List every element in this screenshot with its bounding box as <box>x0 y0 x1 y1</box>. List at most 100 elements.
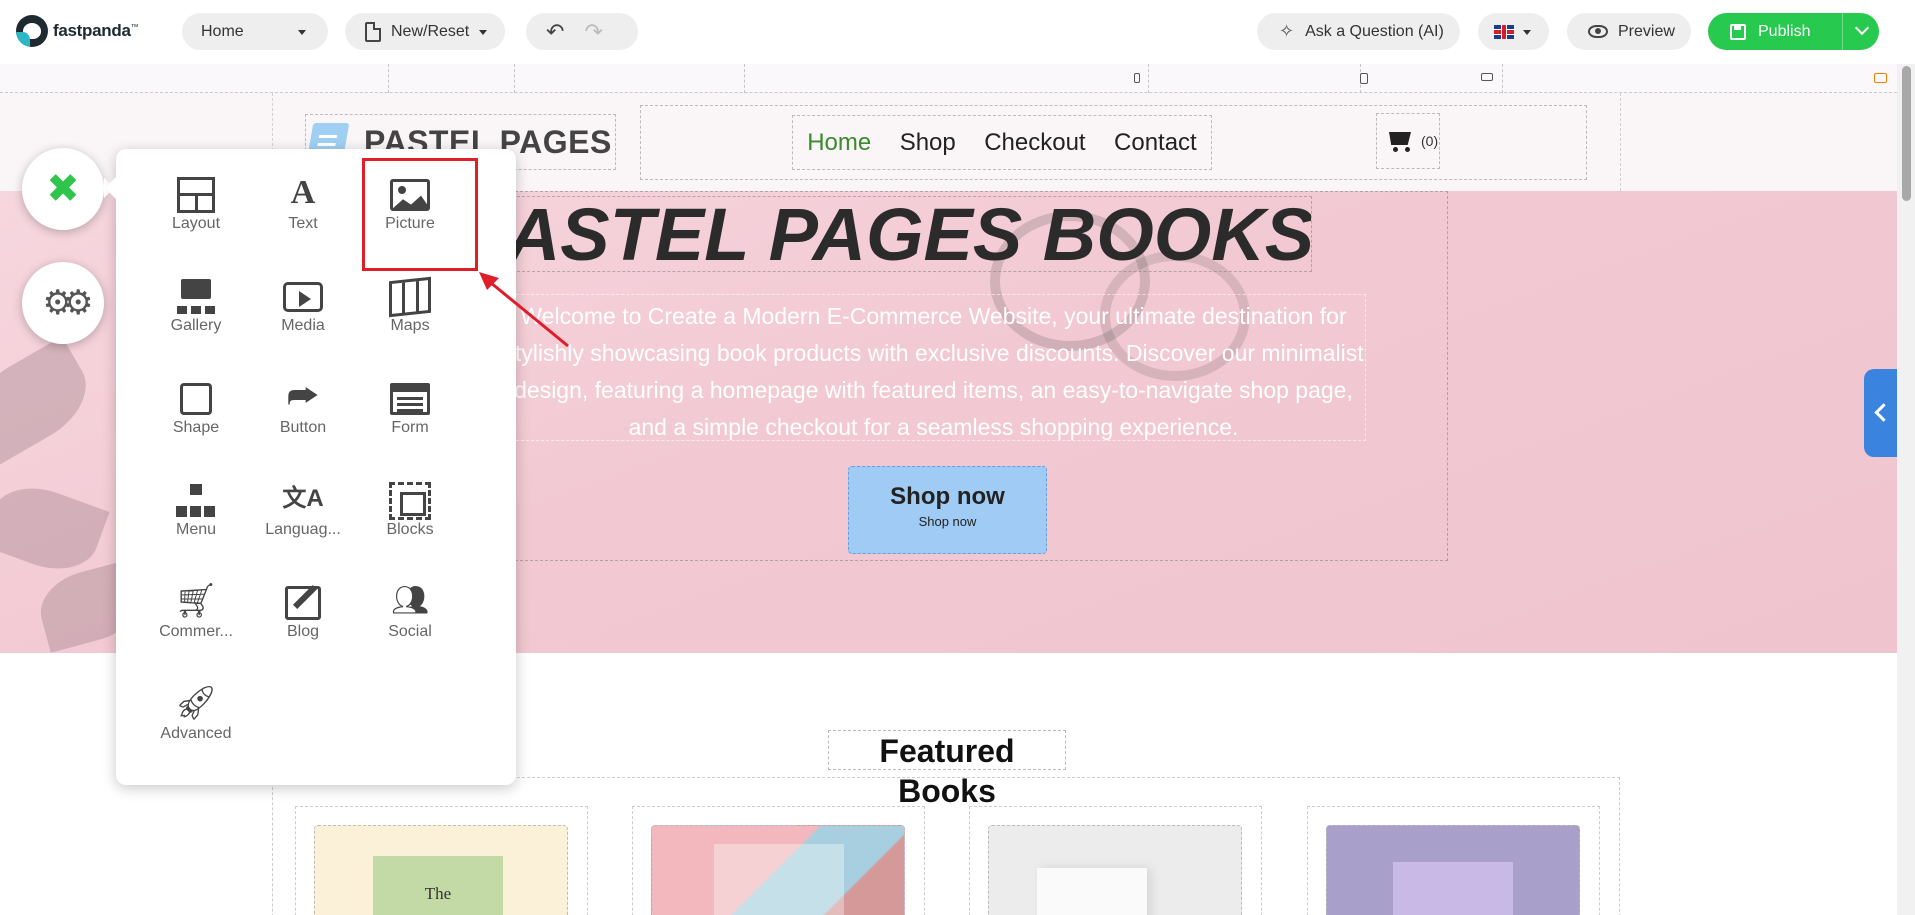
tool-blocks[interactable]: Blocks <box>360 477 460 557</box>
page-scrollbar[interactable] <box>1897 64 1915 915</box>
canvas-guide <box>1620 93 1621 191</box>
logo-trademark: ™ <box>130 22 139 32</box>
product-card[interactable] <box>632 806 925 915</box>
book-cover-image[interactable] <box>988 825 1242 915</box>
logo-text: fastpanda <box>53 21 131 40</box>
nav-item-checkout[interactable]: Checkout <box>984 129 1085 157</box>
top-toolbar: fastpanda™ Home New/Reset ↶ ↷ ✧ Ask a Qu… <box>0 0 1915 64</box>
cart-widget[interactable]: (0) <box>1376 113 1440 169</box>
hero-title[interactable]: PASTEL PAGES BOOKSHOP <box>512 196 1312 272</box>
panda-logo-icon <box>16 15 48 47</box>
cart-count: (0) <box>1421 133 1439 149</box>
rocket-icon: 🚀︎ <box>174 684 218 722</box>
tool-label: Media <box>281 317 325 334</box>
scrollbar-thumb[interactable] <box>1902 66 1911 201</box>
publish-label: Publish <box>1758 22 1811 40</box>
ruler-guide <box>1502 64 1503 93</box>
product-grid <box>272 777 1620 915</box>
ruler-guide <box>514 64 515 93</box>
tool-label: Menu <box>175 521 217 538</box>
layout-icon <box>177 177 215 214</box>
caret-down-icon <box>479 30 487 35</box>
save-icon <box>1730 23 1746 40</box>
tool-label: Blog <box>286 623 320 640</box>
tool-advanced[interactable]: 🚀︎ Advanced <box>146 681 246 761</box>
undo-icon[interactable]: ↶ <box>546 20 564 43</box>
tool-label: Button <box>279 419 327 436</box>
shop-now-sublabel: Shop now <box>918 514 977 529</box>
picture-highlight-box <box>362 158 478 271</box>
tool-social[interactable]: 👥︎ Social <box>360 579 460 659</box>
undo-redo-group: ↶ ↷ <box>526 13 638 50</box>
tool-label: Advanced <box>160 725 232 742</box>
tool-label: Gallery <box>170 317 222 334</box>
preview-button[interactable]: Preview <box>1567 13 1691 50</box>
tool-label: Form <box>391 419 429 436</box>
preview-label: Preview <box>1618 22 1675 40</box>
gears-icon: ⚙⚙ <box>42 284 94 322</box>
tool-label: Blocks <box>386 521 434 538</box>
language-icon: 文A <box>282 485 324 512</box>
sitemap-icon <box>176 484 216 518</box>
expand-sidebar-tab[interactable] <box>1864 369 1897 457</box>
book-cover-image[interactable] <box>651 825 905 915</box>
shop-now-button[interactable]: Shop now Shop now <box>848 466 1047 554</box>
hero-content: PASTEL PAGES BOOKSHOP Welcome to Create … <box>370 191 1448 561</box>
desktop-breakpoint-icon[interactable] <box>1874 73 1887 83</box>
laptop-breakpoint-icon[interactable] <box>1481 73 1493 81</box>
redo-icon[interactable]: ↷ <box>584 20 602 43</box>
tool-blog[interactable]: Blog <box>253 579 353 659</box>
tool-language[interactable]: 文A Languag... <box>253 477 353 557</box>
featured-books-heading[interactable]: Featured Books <box>828 730 1066 809</box>
tablet-breakpoint-icon[interactable] <box>1360 73 1368 84</box>
nav-item-contact[interactable]: Contact <box>1114 129 1197 157</box>
tool-layout[interactable]: Layout <box>146 171 246 251</box>
leaf-decoration <box>0 474 110 583</box>
nav-item-shop[interactable]: Shop <box>900 129 956 157</box>
settings-button[interactable]: ⚙⚙ <box>22 262 104 344</box>
publish-button[interactable]: Publish <box>1708 13 1879 50</box>
fastpanda-logo[interactable]: fastpanda™ <box>16 14 139 48</box>
shape-icon <box>180 383 212 416</box>
page-select-dropdown[interactable]: Home <box>182 13 328 50</box>
tool-shape[interactable]: Shape <box>146 375 246 455</box>
tool-label: Layout <box>171 215 221 232</box>
product-card[interactable] <box>295 806 588 915</box>
chevron-down-icon[interactable] <box>1854 20 1870 36</box>
tool-commerce[interactable]: 🛒︎ Commer... <box>146 579 246 659</box>
product-card[interactable] <box>1307 806 1600 915</box>
form-icon <box>390 383 430 416</box>
tool-menu[interactable]: Menu <box>146 477 246 557</box>
text-icon: A <box>290 174 316 211</box>
hero-description[interactable]: Welcome to Create a Modern E-Commerce We… <box>501 294 1366 441</box>
book-cover-image[interactable] <box>314 825 568 915</box>
nav-item-home[interactable]: Home <box>807 129 871 157</box>
cart-icon: 🛒︎ <box>174 582 218 620</box>
tool-form[interactable]: Form <box>360 375 460 455</box>
media-icon <box>283 282 323 313</box>
leaf-decoration <box>0 336 102 466</box>
tool-media[interactable]: Media <box>253 273 353 353</box>
mobile-breakpoint-icon[interactable] <box>1134 73 1140 83</box>
tool-gallery[interactable]: Gallery <box>146 273 246 353</box>
tool-text[interactable]: A Text <box>253 171 353 251</box>
sparkle-icon: ✧ <box>1279 21 1295 41</box>
document-icon <box>365 21 381 42</box>
language-dropdown[interactable] <box>1478 13 1549 50</box>
tool-button[interactable]: ⮫ Button <box>253 375 353 455</box>
tool-maps[interactable]: Maps <box>360 273 460 353</box>
new-reset-label: New/Reset <box>391 22 470 40</box>
tool-label: Social <box>388 623 432 640</box>
tool-label: Languag... <box>265 521 341 538</box>
breakpoint-ruler <box>0 64 1897 93</box>
annotation-arrow <box>479 272 569 348</box>
book-cover-image[interactable] <box>1326 825 1580 915</box>
tool-label: Text <box>288 215 318 232</box>
product-card[interactable] <box>969 806 1262 915</box>
ask-ai-button[interactable]: ✧ Ask a Question (AI) <box>1257 13 1460 50</box>
new-reset-dropdown[interactable]: New/Reset <box>345 13 505 50</box>
ruler-guide <box>744 64 745 93</box>
tool-label: Commer... <box>159 623 233 640</box>
eye-icon <box>1588 25 1608 38</box>
close-panel-button[interactable]: ✖ <box>22 148 114 230</box>
